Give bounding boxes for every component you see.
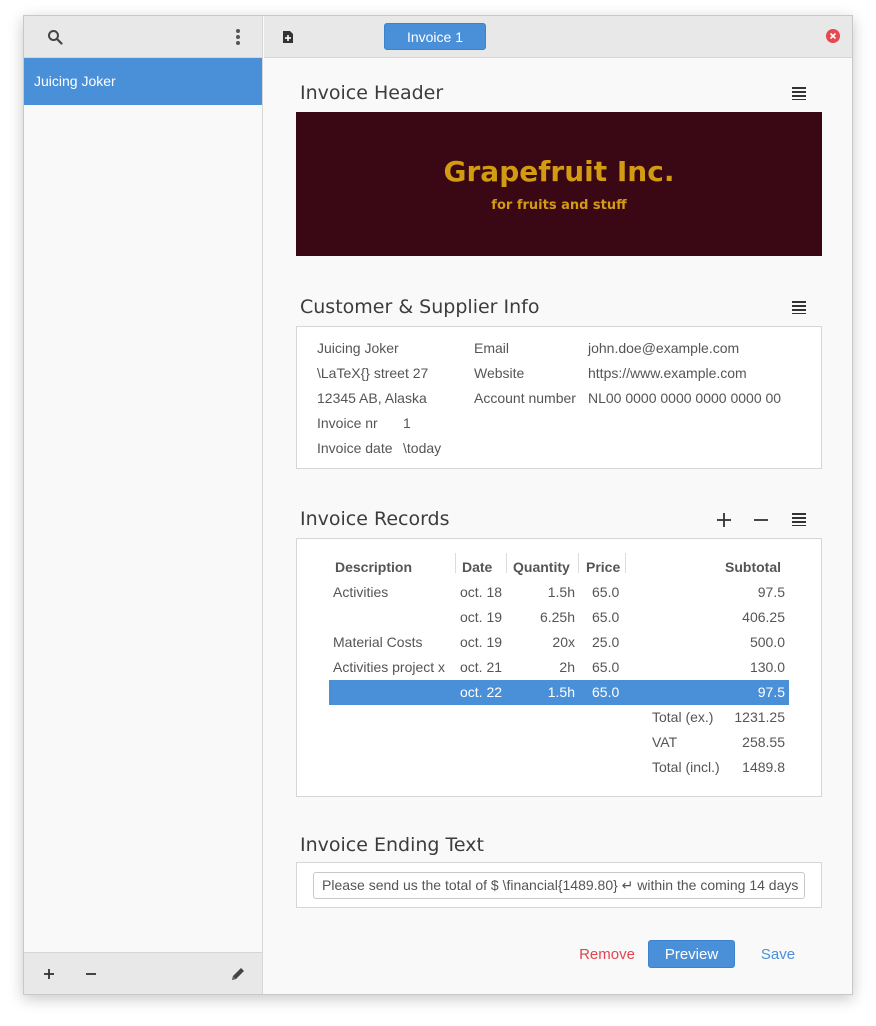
column-divider bbox=[455, 553, 456, 573]
company-name: Grapefruit Inc. bbox=[443, 155, 675, 188]
cell-description: Material Costs bbox=[333, 634, 423, 650]
cell-subtotal: 97.5 bbox=[757, 684, 785, 700]
cell-quantity: 20x bbox=[552, 634, 575, 650]
cell-date: oct. 18 bbox=[460, 584, 503, 600]
app-window: Juicing Joker Invoice 1 Invoice Header G… bbox=[23, 15, 853, 995]
table-row[interactable]: oct. 19 6.25h 65.0 406.25 bbox=[329, 605, 789, 630]
cell-price: 65.0 bbox=[592, 584, 620, 600]
cell-price: 65.0 bbox=[592, 684, 620, 700]
email-value[interactable]: john.doe@example.com bbox=[588, 340, 739, 356]
sidebar: Juicing Joker bbox=[24, 16, 263, 994]
cell-date: oct. 19 bbox=[460, 634, 503, 650]
cell-subtotal: 130.0 bbox=[749, 659, 785, 675]
add-customer-button[interactable] bbox=[38, 963, 60, 985]
new-document-icon[interactable] bbox=[278, 27, 298, 47]
cell-quantity: 1.5h bbox=[547, 584, 575, 600]
cell-price: 25.0 bbox=[592, 634, 620, 650]
cell-date: oct. 19 bbox=[460, 609, 503, 625]
sidebar-footer bbox=[24, 952, 262, 994]
cell-subtotal: 500.0 bbox=[749, 634, 785, 650]
remove-record-button[interactable] bbox=[751, 510, 771, 530]
customer-list: Juicing Joker bbox=[24, 58, 262, 105]
section-title-ending: Invoice Ending Text bbox=[300, 834, 484, 856]
website-label: Website bbox=[474, 365, 525, 381]
column-header-subtotal[interactable]: Subtotal bbox=[725, 559, 781, 575]
records-menu-icon[interactable] bbox=[790, 510, 808, 528]
account-value[interactable]: NL00 0000 0000 0000 0000 00 bbox=[588, 390, 781, 406]
cell-quantity: 1.5h bbox=[547, 684, 575, 700]
total-incl-value: 1489.8 bbox=[742, 759, 785, 775]
records-panel: Description Date Quantity Price Subtotal… bbox=[296, 538, 822, 797]
close-icon[interactable] bbox=[824, 27, 842, 45]
customer-street[interactable]: \LaTeX{} street 27 bbox=[317, 365, 428, 381]
more-options-icon[interactable] bbox=[227, 26, 249, 48]
total-ex-label: Total (ex.) bbox=[652, 709, 714, 725]
cell-quantity: 6.25h bbox=[539, 609, 575, 625]
customer-info-panel: Juicing Joker \LaTeX{} street 27 12345 A… bbox=[296, 326, 822, 469]
invoice-date-label: Invoice date bbox=[317, 440, 393, 456]
top-bar: Invoice 1 bbox=[264, 16, 852, 58]
table-row[interactable]: Material Costs oct. 19 20x 25.0 500.0 bbox=[329, 630, 789, 655]
column-divider bbox=[625, 553, 626, 573]
remove-customer-button[interactable] bbox=[80, 963, 102, 985]
total-incl-label: Total (incl.) bbox=[652, 759, 720, 775]
search-icon[interactable] bbox=[44, 26, 66, 48]
column-header-price[interactable]: Price bbox=[586, 559, 620, 575]
invoice-date-value[interactable]: \today bbox=[403, 440, 441, 456]
account-label: Account number bbox=[474, 390, 576, 406]
column-header-quantity[interactable]: Quantity bbox=[513, 559, 570, 575]
save-button[interactable]: Save bbox=[748, 940, 808, 968]
ending-text-field[interactable]: Please send us the total of $ \financial… bbox=[313, 872, 805, 899]
invoice-nr-label: Invoice nr bbox=[317, 415, 378, 431]
table-row[interactable]: Activities oct. 18 1.5h 65.0 97.5 bbox=[329, 580, 789, 605]
cell-date: oct. 21 bbox=[460, 659, 503, 675]
column-header-description[interactable]: Description bbox=[335, 559, 412, 575]
invoice-nr-value[interactable]: 1 bbox=[403, 415, 411, 431]
sidebar-item-label: Juicing Joker bbox=[34, 73, 116, 89]
cell-description: Activities project x bbox=[333, 659, 446, 675]
table-row-selected[interactable]: oct. 22 1.5h 65.0 97.5 bbox=[329, 680, 789, 705]
vat-label: VAT bbox=[652, 734, 678, 750]
invoice-header-banner: Grapefruit Inc. for fruits and stuff bbox=[296, 112, 822, 256]
table-row[interactable]: Activities project x oct. 21 2h 65.0 130… bbox=[329, 655, 789, 680]
vat-value: 258.55 bbox=[742, 734, 785, 750]
sidebar-item-customer[interactable]: Juicing Joker bbox=[24, 58, 262, 105]
sidebar-header bbox=[24, 16, 262, 58]
column-header-date[interactable]: Date bbox=[462, 559, 492, 575]
cell-subtotal: 406.25 bbox=[742, 609, 785, 625]
cell-price: 65.0 bbox=[592, 659, 620, 675]
main-panel: Invoice 1 Invoice Header Grapefruit Inc.… bbox=[264, 16, 852, 994]
column-divider bbox=[578, 553, 579, 573]
company-tagline: for fruits and stuff bbox=[491, 198, 627, 213]
email-label: Email bbox=[474, 340, 510, 356]
cell-date: oct. 22 bbox=[460, 684, 503, 700]
ending-text-panel: Please send us the total of $ \financial… bbox=[296, 862, 822, 908]
header-menu-icon[interactable] bbox=[790, 84, 808, 102]
website-value[interactable]: https://www.example.com bbox=[588, 365, 747, 381]
add-record-button[interactable] bbox=[714, 510, 734, 530]
cell-description: Activities bbox=[333, 584, 389, 600]
remove-invoice-button[interactable]: Remove bbox=[574, 940, 640, 968]
tab-invoice[interactable]: Invoice 1 bbox=[384, 23, 486, 50]
cell-quantity: 2h bbox=[559, 659, 575, 675]
cell-subtotal: 97.5 bbox=[757, 584, 785, 600]
customer-name[interactable]: Juicing Joker bbox=[317, 340, 399, 356]
column-divider bbox=[506, 553, 507, 573]
customer-menu-icon[interactable] bbox=[790, 298, 808, 316]
section-title-records: Invoice Records bbox=[300, 508, 450, 530]
cell-price: 65.0 bbox=[592, 609, 620, 625]
edit-pencil-icon[interactable] bbox=[227, 963, 249, 985]
section-title-customer: Customer & Supplier Info bbox=[300, 296, 540, 318]
customer-city[interactable]: 12345 AB, Alaska bbox=[317, 390, 427, 406]
preview-button[interactable]: Preview bbox=[648, 940, 735, 968]
total-ex-value: 1231.25 bbox=[734, 709, 785, 725]
section-title-header: Invoice Header bbox=[300, 82, 444, 104]
